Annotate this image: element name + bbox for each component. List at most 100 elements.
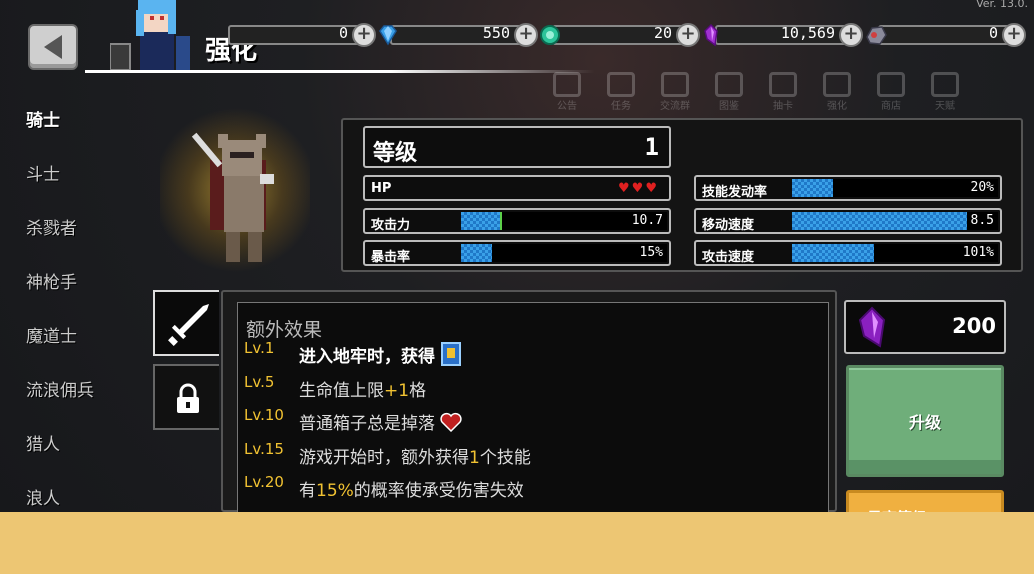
class-item-mage[interactable]: 魔道士: [26, 322, 77, 347]
skill-rate-bar: [792, 179, 998, 197]
tab-weapon[interactable]: [153, 290, 219, 356]
add-coin-button[interactable]: +: [352, 23, 376, 47]
bottom-overlay: [0, 512, 1034, 574]
add-green-gem-button[interactable]: +: [676, 23, 700, 47]
stat-hp: HP ♥♥♥: [363, 175, 671, 201]
class-item-knight[interactable]: 骑士: [26, 106, 60, 131]
effect-text: 进入地牢时，获得: [299, 342, 461, 367]
class-item-mercenary[interactable]: 流浪佣兵: [26, 376, 94, 401]
effect-level: Lv.20: [244, 473, 284, 491]
title-underline: [85, 70, 595, 73]
tab-locked[interactable]: [153, 364, 219, 430]
effects-heading: 额外效果: [246, 319, 323, 341]
version-label: Ver. 13.0.: [976, 0, 1028, 10]
menu-shop: 商店: [872, 72, 910, 112]
stat-crit: 暴击率 15%: [363, 240, 671, 266]
menu-quest: 任务: [602, 72, 640, 112]
level-box: 等级 1: [363, 126, 671, 168]
class-item-gunner[interactable]: 神枪手: [26, 268, 77, 293]
stat-label: 暴击率: [371, 250, 411, 265]
effect-row: Lv.10 普通箱子总是掉落: [244, 406, 824, 434]
effect-level: Lv.10: [244, 406, 284, 424]
class-item-ronin[interactable]: 浪人: [26, 484, 60, 509]
resource-green-gem: 20 +: [540, 23, 700, 47]
menu-gacha: 抽卡: [764, 72, 802, 112]
move-speed-bar: [792, 212, 998, 230]
level-label: 等级: [373, 141, 418, 166]
stat-value: 8.5: [970, 213, 994, 228]
attack-speed-bar-fill: [792, 244, 875, 262]
lock-icon: [177, 383, 199, 413]
add-diamond-button[interactable]: +: [514, 23, 538, 47]
resource-value: 0: [338, 24, 348, 42]
stat-label: 攻击速度: [702, 250, 755, 265]
back-button[interactable]: [28, 24, 78, 70]
class-item-slayer[interactable]: 杀戮者: [26, 214, 77, 239]
class-item-fighter[interactable]: 斗士: [26, 160, 60, 185]
effect-level: Lv.15: [244, 440, 284, 458]
stat-value: 10.7: [631, 213, 663, 228]
class-list: 骑士 斗士 杀戮者 神枪手 魔道士 流浪佣兵 猎人 浪人: [0, 92, 150, 512]
resource-diamond: 550 +: [379, 23, 538, 47]
hp-hearts-icon: ♥♥♥: [618, 181, 659, 196]
add-purple-crystal-button[interactable]: +: [839, 23, 863, 47]
upgrade-cost: 200: [844, 300, 1006, 354]
menu-codex: 图鉴: [710, 72, 748, 112]
menu-notice: 公告: [548, 72, 586, 112]
effect-text: 游戏开始时，额外获得1个技能: [299, 448, 531, 468]
diamond-icon: [379, 25, 397, 46]
effect-level: Lv.1: [244, 339, 275, 357]
stat-attack: 攻击力 10.7: [363, 208, 671, 234]
character-avatar: [110, 0, 190, 71]
purple-crystal-icon: [704, 23, 718, 47]
knight-sprite: [191, 132, 274, 262]
attack-bar-fill: [461, 212, 503, 230]
stat-label: 移动速度: [702, 218, 755, 233]
effect-text: 有15%的概率使承受伤害失效: [299, 481, 524, 501]
upgrade-cost-value: 200: [952, 314, 996, 338]
level-value: 1: [644, 133, 659, 161]
upgrade-button[interactable]: 升级: [846, 365, 1004, 477]
effect-row: Lv.5 生命值上限+1格: [244, 373, 824, 401]
crit-bar: [461, 244, 667, 262]
gacha-icon: [769, 72, 797, 97]
shop-icon: [877, 72, 905, 97]
upgrade-icon: [823, 72, 851, 97]
add-ore-button[interactable]: +: [1002, 23, 1026, 47]
notice-icon: [553, 72, 581, 97]
effect-row: Lv.1 进入地牢时，获得: [244, 339, 824, 367]
menu-upgrade: 强化: [818, 72, 856, 112]
quest-icon: [607, 72, 635, 97]
menu-community: 交流群: [656, 72, 694, 112]
effect-row: Lv.20 有15%的概率使承受伤害失效: [244, 473, 824, 501]
sword-icon: [168, 304, 209, 346]
back-arrow-icon: [44, 35, 62, 59]
codex-icon: [715, 72, 743, 97]
menu-talent: 天赋: [926, 72, 964, 112]
purple-crystal-icon: [858, 306, 886, 348]
card-icon: [440, 342, 461, 366]
resource-ore: 0 +: [866, 23, 1026, 47]
stat-panel: 等级 1 HP ♥♥♥ 攻击力 10.7 暴击率 15% 技能发动率 20% 移…: [341, 118, 1023, 272]
heart-icon: [440, 412, 463, 433]
effect-level: Lv.5: [244, 373, 275, 391]
resource-value: 10,569: [780, 24, 835, 42]
stat-label: HP: [371, 181, 392, 196]
class-item-hunter[interactable]: 猎人: [26, 430, 60, 455]
stat-label: 攻击力: [371, 218, 411, 233]
resource-coin: 0 +: [228, 23, 376, 47]
stat-value: 101%: [962, 245, 994, 260]
skill-rate-bar-fill: [792, 179, 834, 197]
background-menu: 公告 任务 交流群 图鉴 抽卡 强化 商店 天赋: [548, 72, 1034, 116]
stat-attack-speed: 攻击速度 101%: [694, 240, 1002, 266]
ore-icon: [866, 26, 887, 45]
community-icon: [661, 72, 689, 97]
move-speed-bar-fill: [792, 212, 968, 230]
stat-value: 20%: [970, 180, 994, 195]
crit-bar-fill: [461, 244, 492, 262]
effect-text: 普通箱子总是掉落: [299, 409, 463, 434]
effect-row: Lv.15 游戏开始时，额外获得1个技能: [244, 440, 824, 468]
resource-value: 550: [482, 24, 510, 42]
resource-value: 0: [988, 24, 998, 42]
resource-purple-crystal: 10,569 +: [704, 23, 863, 47]
